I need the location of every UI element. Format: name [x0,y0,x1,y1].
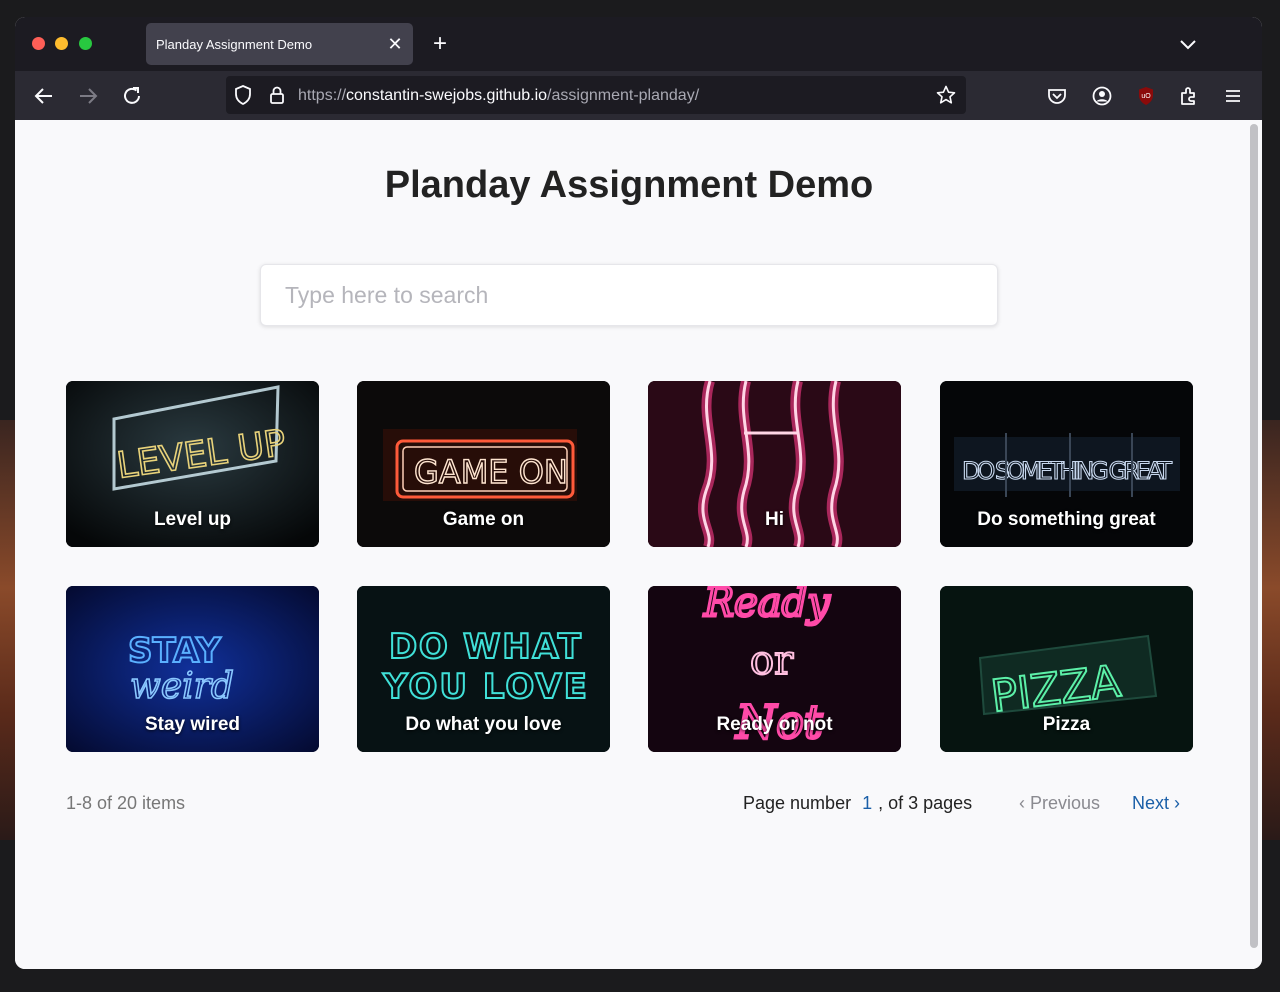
card-stay-wired[interactable]: STAY weird Stay wired [66,586,319,752]
page-indicator: Page number 1 , of 3 pages [743,793,972,814]
search-input[interactable] [261,265,997,325]
plus-icon[interactable]: + [428,32,452,56]
card-hi[interactable]: HI Hi [648,381,901,547]
next-button[interactable]: Next › [1132,793,1180,814]
window-minimize-button[interactable] [55,37,68,50]
reload-icon[interactable] [119,83,145,109]
card-pizza[interactable]: PIZZA Pizza [940,586,1193,752]
page-content: Planday Assignment Demo LEVEL UP Level u… [15,120,1262,969]
chevron-right-icon: › [1174,793,1181,813]
art-text: DO SOMETHING GREAT [962,457,1172,485]
svg-text:uO: uO [1141,93,1151,100]
chevron-down-icon[interactable] [1176,32,1200,56]
card-title: Do something great [977,509,1156,530]
previous-label: Previous [1030,793,1101,813]
window-close-button[interactable] [32,37,45,50]
account-icon[interactable] [1089,83,1115,109]
scrollbar[interactable] [1250,124,1258,948]
card-do-what-you-love[interactable]: DO WHAT YOU LOVE Do what you love [357,586,610,752]
chevron-left-icon: ‹ [1019,793,1025,813]
browser-window: Planday Assignment Demo ✕ + https://cons… [15,17,1262,969]
card-game-on[interactable]: GAME ON Game on [357,381,610,547]
card-title: Do what you love [405,714,562,735]
card-title: Pizza [1042,714,1091,735]
tab-bar: Planday Assignment Demo ✕ + [15,17,1262,71]
art-text: YOU LOVE [382,667,587,707]
tab-title: Planday Assignment Demo [156,37,313,52]
art-text: or [750,638,794,684]
card-title: Ready or not [716,714,833,735]
card-title: Hi [765,509,784,530]
close-icon[interactable]: ✕ [385,34,405,54]
shield-icon[interactable] [232,84,254,106]
navigation-toolbar: https://constantin-swejobs.github.io/ass… [15,71,1262,120]
page-suffix: , of 3 pages [878,793,973,813]
url-text[interactable]: https://constantin-swejobs.github.io/ass… [298,87,699,105]
card-title: Stay wired [144,714,241,735]
items-range: 1-8 of 20 items [66,793,186,813]
back-icon[interactable] [31,83,57,109]
ublock-icon[interactable]: uO [1133,83,1159,109]
current-page[interactable]: 1 [862,793,872,813]
url-path: /assignment-planday/ [547,87,700,104]
previous-button[interactable]: ‹ Previous [1019,793,1100,814]
forward-icon[interactable] [75,83,101,109]
card-title: Level up [153,509,232,530]
address-bar[interactable]: https://constantin-swejobs.github.io/ass… [226,76,966,114]
menu-icon[interactable] [1220,83,1246,109]
card-title: Game on [442,509,525,530]
art-text: weird [130,666,234,707]
pocket-icon[interactable] [1044,83,1070,109]
url-host: constantin-swejobs.github.io [346,87,548,104]
lock-icon[interactable] [266,84,288,106]
star-icon[interactable] [935,84,957,106]
extensions-icon[interactable] [1176,83,1202,109]
next-label: Next [1132,793,1170,813]
card-do-something-great[interactable]: DO SOMETHING GREAT Do something great [940,381,1193,547]
art-text: Ready [703,586,831,626]
url-scheme: https:// [298,87,347,104]
card-level-up[interactable]: LEVEL UP Level up [66,381,319,547]
page-title: Planday Assignment Demo [384,164,874,206]
art-text: STAY [128,631,221,671]
page-prefix: Page number [743,793,852,813]
active-tab[interactable]: Planday Assignment Demo ✕ [146,23,413,65]
card-ready-or-not[interactable]: Ready or Not Ready or not [648,586,901,752]
art-text: GAME ON [414,453,568,491]
window-zoom-button[interactable] [79,37,92,50]
search-box [260,264,998,326]
